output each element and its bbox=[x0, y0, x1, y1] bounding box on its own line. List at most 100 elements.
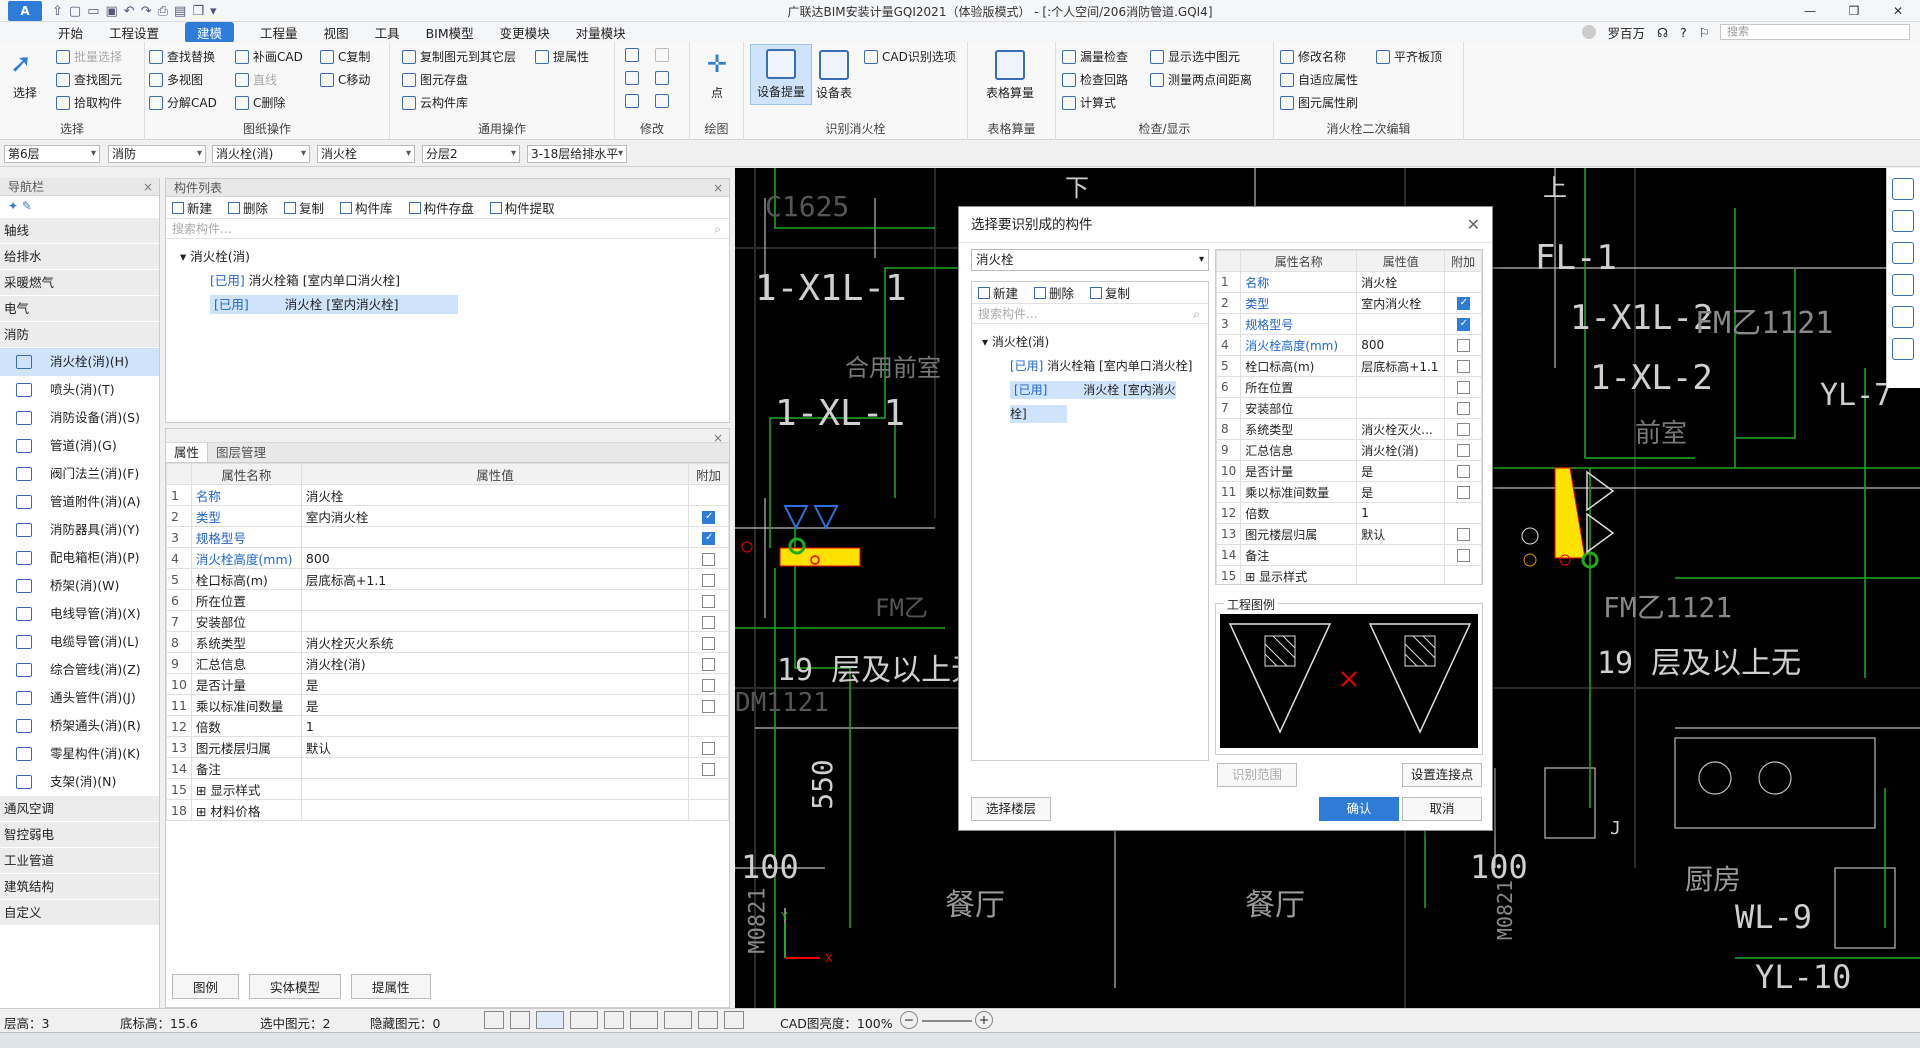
table-row[interactable]: 1 名称 消火栓 bbox=[166, 484, 729, 506]
nav-item[interactable]: 桥架(消)(W) bbox=[0, 572, 159, 600]
help-icon[interactable]: ? bbox=[1680, 25, 1687, 40]
nav-category[interactable]: 建筑结构 bbox=[0, 874, 159, 900]
cloud-library-button[interactable]: 云构件库 bbox=[402, 94, 468, 111]
property-value[interactable]: 消火栓灭火... bbox=[1356, 418, 1446, 440]
identify-range-button[interactable]: 识别范围 bbox=[1217, 763, 1297, 787]
flush-top-button[interactable]: 平齐板顶 bbox=[1376, 48, 1442, 65]
table-row[interactable]: 8 系统类型 消火栓灭火系统 bbox=[166, 631, 729, 653]
tree-root[interactable]: ▾ 消火栓(消) bbox=[180, 245, 729, 269]
close-icon[interactable]: ✕ bbox=[1467, 207, 1480, 243]
point-button[interactable]: ✛ 点 bbox=[702, 50, 732, 101]
attach-checkbox[interactable] bbox=[1456, 297, 1470, 310]
nav-item[interactable]: 管道附件(消)(A) bbox=[0, 488, 159, 516]
restore-icon[interactable]: ❐ bbox=[1832, 0, 1876, 22]
floor-select[interactable]: 第6层 bbox=[4, 145, 100, 163]
open-icon[interactable]: ▭ bbox=[87, 4, 99, 19]
nav-item[interactable]: 配电箱柜(消)(P) bbox=[0, 544, 159, 572]
zoom-in-icon[interactable]: + bbox=[975, 1011, 993, 1029]
property-value[interactable]: 层底标高+1.1 bbox=[1356, 355, 1446, 377]
property-value[interactable] bbox=[300, 589, 690, 611]
component-select[interactable]: 消火栓 bbox=[317, 145, 415, 163]
new-icon[interactable]: ▢ bbox=[69, 4, 81, 19]
save-icon[interactable]: ▣ bbox=[106, 4, 118, 19]
property-value[interactable]: 是 bbox=[1356, 481, 1446, 503]
copy-to-floor-button[interactable]: 复制图元到其它层 bbox=[402, 48, 516, 65]
c-delete-button[interactable]: C删除 bbox=[235, 94, 285, 111]
table-row[interactable]: 5 栓口标高(m) 层底标高+1.1 bbox=[166, 568, 729, 590]
save-element-button[interactable]: 图元存盘 bbox=[402, 71, 468, 88]
property-value[interactable] bbox=[300, 526, 690, 548]
print-icon[interactable]: ⎙ bbox=[158, 4, 168, 19]
find-replace-button[interactable]: 查找替换 bbox=[149, 48, 215, 65]
modify-copy-icon[interactable] bbox=[625, 48, 639, 62]
tree-item-selected[interactable]: [已用] 消火栓 [室内消火栓] bbox=[982, 378, 1208, 423]
extract-prop-button[interactable]: 提属性 bbox=[351, 974, 431, 999]
table-row[interactable]: 2 类型 室内消火栓 bbox=[166, 505, 729, 527]
property-value[interactable] bbox=[300, 757, 690, 779]
discipline-select[interactable]: 消防 bbox=[108, 145, 206, 163]
view-top-icon[interactable] bbox=[1892, 242, 1914, 264]
property-value[interactable] bbox=[1356, 397, 1446, 419]
tree-root[interactable]: ▾ 消火栓(消) bbox=[982, 330, 1208, 354]
attach-checkbox[interactable] bbox=[702, 573, 715, 587]
property-value[interactable]: 消火栓(消) bbox=[1356, 439, 1446, 461]
line-button[interactable]: 直线 bbox=[235, 71, 277, 88]
avatar[interactable] bbox=[1581, 25, 1596, 39]
confirm-button[interactable]: 确认 bbox=[1319, 797, 1399, 821]
zoom-out-icon[interactable]: − bbox=[900, 1011, 918, 1029]
menu-item[interactable]: 视图 bbox=[324, 23, 349, 42]
modify-rotate-icon[interactable] bbox=[655, 48, 669, 62]
menu-item[interactable]: 变更模块 bbox=[500, 23, 550, 42]
property-value[interactable] bbox=[300, 799, 690, 821]
attach-checkbox[interactable] bbox=[702, 678, 715, 692]
c-copy-button[interactable]: C复制 bbox=[320, 48, 370, 65]
cross-icon[interactable] bbox=[604, 1011, 624, 1029]
check-loop-button[interactable]: 检查回路 bbox=[1062, 71, 1128, 88]
measure-distance-button[interactable]: 测量两点间距离 bbox=[1150, 71, 1252, 88]
attach-checkbox[interactable] bbox=[1456, 549, 1470, 562]
view-box-icon[interactable] bbox=[1892, 274, 1914, 296]
brightness-slider[interactable] bbox=[922, 1020, 972, 1022]
attach-checkbox[interactable] bbox=[1456, 402, 1470, 415]
toolbar-button[interactable]: 删除 bbox=[1034, 283, 1074, 302]
nav-category[interactable]: 消防 bbox=[0, 322, 159, 348]
table-row[interactable]: 11 乘以标准间数量是 bbox=[166, 694, 729, 716]
table-row[interactable]: 14 备注 bbox=[1216, 544, 1482, 566]
table-row[interactable]: 1 名称 消火栓 bbox=[1216, 271, 1482, 293]
component-search-input[interactable]: 搜索构件... ⌕ bbox=[166, 219, 729, 239]
arc-icon[interactable] bbox=[724, 1011, 744, 1029]
attach-checkbox[interactable] bbox=[1456, 360, 1470, 373]
close-icon[interactable]: ✕ bbox=[1876, 0, 1920, 22]
tree-item[interactable]: [已用] 消火栓箱 [室内单口消火栓] bbox=[982, 354, 1208, 378]
layer-icon[interactable] bbox=[698, 1011, 718, 1029]
modify-move-icon[interactable] bbox=[625, 71, 639, 85]
nav-category[interactable]: 工业管道 bbox=[0, 848, 159, 874]
table-row[interactable]: 11 乘以标准间数量是 bbox=[1216, 481, 1482, 503]
nav-item[interactable]: 喷头(消)(T) bbox=[0, 376, 159, 404]
property-value[interactable]: 1 bbox=[300, 715, 690, 737]
property-value[interactable]: 室内消火栓 bbox=[1356, 292, 1446, 314]
nav-item[interactable]: 管道(消)(G) bbox=[0, 432, 159, 460]
attach-checkbox[interactable] bbox=[1456, 423, 1470, 436]
property-value[interactable] bbox=[1356, 565, 1446, 584]
attach-checkbox[interactable] bbox=[702, 657, 715, 671]
attach-checkbox[interactable] bbox=[702, 552, 715, 566]
property-value[interactable]: 室内消火栓 bbox=[300, 505, 690, 527]
hydrant-left[interactable] bbox=[741, 505, 861, 567]
pick-component-button[interactable]: 拾取构件 bbox=[56, 94, 122, 111]
table-row[interactable]: 10 是否计量是 bbox=[1216, 460, 1482, 482]
device-table-button[interactable]: 设备表 bbox=[816, 50, 852, 101]
upload-icon[interactable]: ⇧ bbox=[52, 4, 63, 19]
table-row[interactable]: 18 ⊞ 材料价格 bbox=[166, 799, 729, 821]
table-row[interactable]: 3 规格型号 bbox=[166, 526, 729, 548]
missing-check-button[interactable]: 漏量检查 bbox=[1062, 48, 1128, 65]
attach-checkbox[interactable] bbox=[702, 762, 715, 776]
table-row[interactable]: 3 规格型号 bbox=[1216, 313, 1482, 335]
attach-checkbox[interactable] bbox=[702, 531, 715, 545]
table-row[interactable]: 6 所在位置 bbox=[166, 589, 729, 611]
property-value[interactable] bbox=[1356, 376, 1446, 398]
table-row[interactable]: 8 系统类型 消火栓灭火... bbox=[1216, 418, 1482, 440]
show-selected-button[interactable]: 显示选中图元 bbox=[1150, 48, 1240, 65]
angle-icon[interactable] bbox=[630, 1011, 658, 1029]
property-brush-button[interactable]: 图元属性刷 bbox=[1280, 94, 1358, 111]
